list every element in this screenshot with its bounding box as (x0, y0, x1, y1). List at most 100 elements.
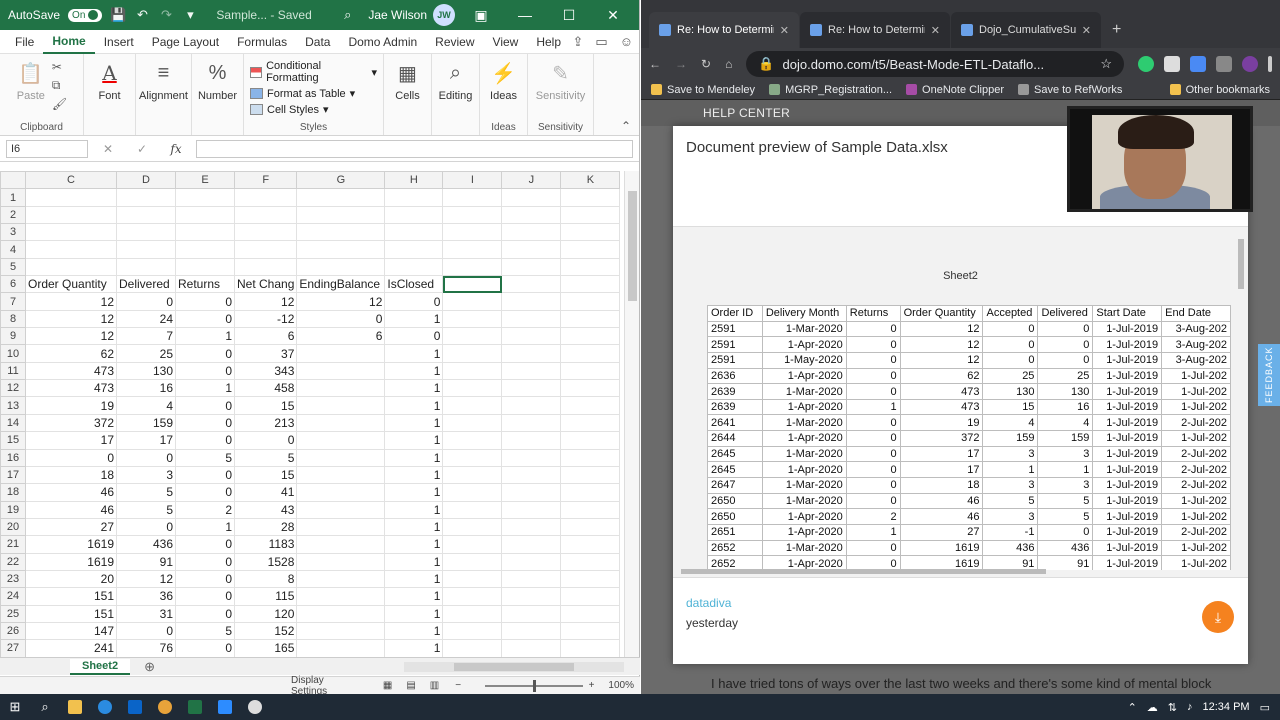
cell[interactable] (501, 292, 562, 311)
cell[interactable]: 41 (233, 483, 298, 502)
worksheet-grid[interactable]: CDEFGHIJK 1 2 3 4 5 6 Order Quantity Delivered R… (0, 171, 624, 657)
insert-function-icon[interactable]: fx (162, 142, 190, 156)
tab-insert[interactable]: Insert (95, 31, 143, 53)
cell[interactable]: 213 (233, 413, 298, 433)
cell[interactable] (442, 604, 503, 623)
cell[interactable] (296, 379, 386, 398)
cell[interactable] (175, 257, 235, 277)
cell[interactable]: 1 (384, 309, 444, 329)
cell[interactable] (175, 240, 235, 259)
cell[interactable] (442, 552, 503, 571)
cell[interactable]: Returns (175, 275, 235, 294)
cell[interactable]: 0 (175, 552, 235, 571)
cell[interactable]: 5 (175, 621, 235, 641)
windows-start-icon[interactable]: ⊞ (0, 694, 30, 720)
cell[interactable]: 1 (384, 344, 444, 363)
cell[interactable] (442, 465, 503, 485)
column-header[interactable]: G (296, 171, 386, 190)
cell[interactable]: 5 (175, 448, 235, 467)
preview-vertical-scrollbar[interactable] (1236, 227, 1246, 573)
cell[interactable]: 37 (233, 344, 298, 363)
cell[interactable]: 151 (25, 587, 117, 606)
cell[interactable]: 1 (175, 327, 235, 346)
spreadsheet-preview[interactable]: Sheet2 Order ID Delivery Month Returns Orde… (673, 226, 1248, 578)
cell[interactable] (560, 465, 621, 485)
cell[interactable]: 165 (233, 639, 298, 657)
zoom-app-icon[interactable] (210, 694, 240, 720)
cell[interactable] (296, 240, 386, 259)
cell[interactable]: 25 (116, 344, 176, 363)
cell[interactable]: EndingBalance (296, 275, 386, 294)
close-tab-icon[interactable]: ✕ (931, 24, 940, 37)
cell[interactable] (296, 621, 386, 641)
row-header[interactable]: 19 (0, 500, 26, 519)
tab-formulas[interactable]: Formulas (228, 31, 296, 53)
cell[interactable] (501, 569, 562, 589)
row-header[interactable]: 23 (0, 569, 26, 589)
cell[interactable]: 458 (233, 379, 298, 398)
cell[interactable]: 1 (384, 587, 444, 606)
cell[interactable] (442, 448, 503, 467)
cell[interactable] (116, 205, 176, 225)
save-icon[interactable]: 💾 (110, 7, 126, 23)
row-header[interactable]: 26 (0, 621, 26, 641)
close-button[interactable]: ✕ (595, 7, 631, 24)
cell[interactable] (233, 188, 298, 207)
cell[interactable]: 15 (233, 396, 298, 415)
row-header[interactable]: 4 (0, 240, 26, 259)
row-header[interactable]: 17 (0, 465, 26, 485)
column-header[interactable]: E (175, 171, 235, 190)
cell[interactable]: 0 (116, 292, 176, 311)
cell[interactable] (560, 257, 621, 277)
cell[interactable] (442, 483, 503, 502)
address-bar[interactable]: 🔒 dojo.domo.com/t5/Beast-Mode-ETL-Datafl… (746, 51, 1124, 77)
bookmark[interactable]: MGRP_Registration... (769, 84, 892, 96)
conditional-formatting-button[interactable]: Conditional Formatting ▾ (250, 60, 377, 84)
scroll-thumb[interactable] (628, 191, 637, 301)
cell[interactable]: 1619 (25, 535, 117, 554)
cell[interactable] (501, 431, 562, 450)
cell[interactable] (296, 500, 386, 519)
cell[interactable] (233, 205, 298, 225)
cell[interactable] (442, 275, 503, 294)
cell[interactable]: 5 (233, 448, 298, 467)
cell[interactable] (442, 344, 503, 363)
cell[interactable] (560, 205, 621, 225)
tab-domo-admin[interactable]: Domo Admin (339, 31, 426, 53)
cell[interactable]: 0 (116, 517, 176, 537)
cell[interactable]: 1 (384, 569, 444, 589)
scroll-thumb[interactable] (454, 662, 574, 671)
cell[interactable] (296, 604, 386, 623)
cell[interactable]: 27 (25, 517, 117, 537)
cell[interactable]: 18 (25, 465, 117, 485)
share-icon[interactable]: ⇪ (573, 34, 584, 50)
cell[interactable]: 0 (175, 413, 235, 433)
cell[interactable]: 0 (116, 621, 176, 641)
cell[interactable] (501, 639, 562, 657)
clock[interactable]: 12:34 PM (1203, 701, 1250, 713)
cell[interactable]: 43 (233, 500, 298, 519)
cell[interactable]: 0 (175, 483, 235, 502)
cell[interactable] (501, 257, 562, 277)
cell[interactable] (560, 396, 621, 415)
cell[interactable]: 7 (116, 327, 176, 346)
menu-icon[interactable] (1268, 56, 1272, 72)
preview-horizontal-scrollbar[interactable] (681, 567, 1234, 575)
row-header[interactable]: 18 (0, 483, 26, 502)
zoom-level[interactable]: 100% (608, 680, 634, 691)
cell[interactable]: 5 (116, 500, 176, 519)
cell[interactable]: 115 (233, 587, 298, 606)
download-button[interactable]: ⤓ (1202, 601, 1234, 633)
cell[interactable] (501, 604, 562, 623)
cell[interactable]: 1 (384, 361, 444, 381)
cell[interactable] (560, 240, 621, 259)
cell[interactable] (560, 275, 621, 294)
file-explorer-icon[interactable] (60, 694, 90, 720)
cell[interactable]: 151 (25, 604, 117, 623)
row-header[interactable]: 9 (0, 327, 26, 346)
column-header[interactable]: I (442, 171, 503, 190)
zoom-slider-handle[interactable] (533, 679, 537, 692)
cell[interactable]: 17 (25, 431, 117, 450)
row-header[interactable]: 12 (0, 379, 26, 398)
row-header[interactable]: 24 (0, 587, 26, 606)
